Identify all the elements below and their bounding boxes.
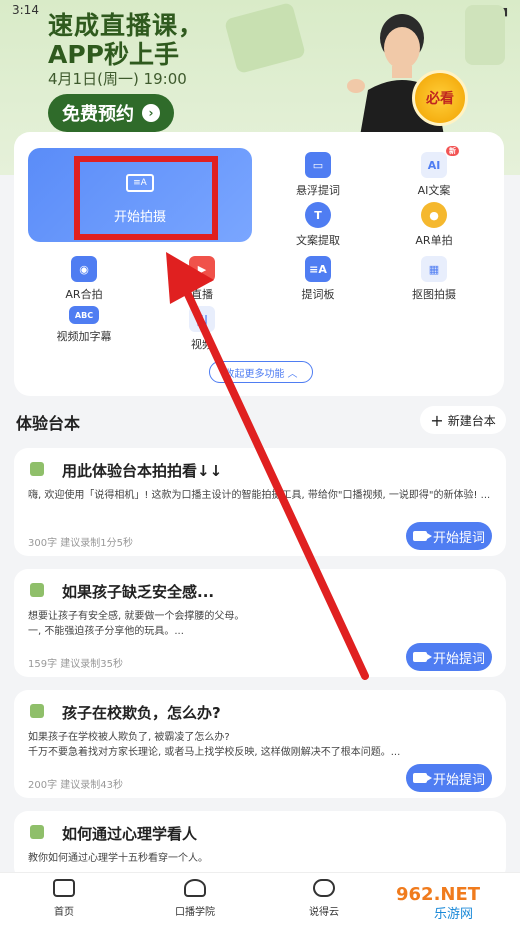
script-title: 孩子在校欺负，怎么办? xyxy=(62,704,221,722)
script-card[interactable]: 孩子在校欺负，怎么办? 如果孩子在学校被人欺负了, 被霸凌了怎么办? 千万不要急… xyxy=(14,690,506,798)
ar-duet-button[interactable]: ◉ AR合拍 xyxy=(44,256,124,302)
script-title: 如何通过心理学看人 xyxy=(62,825,198,843)
script-desc: 想要让孩子有安全感, 就要做一个会撑腰的父母。 一, 不能强迫孩子分享他的玩具。… xyxy=(28,611,245,637)
script-desc: 如果孩子在学校被人欺负了, 被霸凌了怎么办? 千万不要急着找对方家长理论, 或者… xyxy=(28,732,401,758)
fn-label: 视频 xyxy=(191,338,213,351)
fn-label: AI文案 xyxy=(417,184,451,197)
ai-copy-icon: AI 新 xyxy=(421,146,459,178)
free-reserve-button[interactable]: 免费预约 › xyxy=(48,94,174,132)
fn-label: 直播 xyxy=(191,288,213,301)
banner-title-line2: APP秒上手 xyxy=(48,40,179,69)
script-desc: 教你如何通过心理学十五秒看穿一个人。 xyxy=(28,853,208,864)
live-icon: ▶ xyxy=(189,256,215,282)
text-extract-button[interactable]: T 文案提取 xyxy=(278,202,358,248)
nav-label: 说得云 xyxy=(309,907,339,918)
start-prompt-label: 开始提词 xyxy=(432,651,485,667)
script-card[interactable]: 如何通过心理学看人 教你如何通过心理学十五秒看穿一个人。 xyxy=(14,811,506,881)
nav-label: 口播学院 xyxy=(175,907,215,918)
camera-icon xyxy=(412,652,432,662)
script-meta: 159字 建议录制35秒 xyxy=(28,659,123,670)
collapse-label: 收起更多功能 xyxy=(224,368,285,380)
script-card[interactable]: 如果孩子缺乏安全感... 想要让孩子有安全感, 就要做一个会撑腰的父母。 一, … xyxy=(14,569,506,677)
site-watermark-logo: 962.NET 乐游网 xyxy=(388,880,514,924)
new-tag: 新 xyxy=(446,146,459,156)
prompt-board-button[interactable]: ≡A 提词板 xyxy=(278,256,358,302)
section-title: 体验台本 xyxy=(16,414,81,433)
fn-label: AR合拍 xyxy=(65,288,103,301)
text-extract-icon: T xyxy=(305,202,331,228)
cloud-icon xyxy=(313,879,335,897)
home-icon xyxy=(53,879,75,897)
fn-label: 提词板 xyxy=(301,288,335,301)
start-prompt-button[interactable]: 开始提词 xyxy=(406,764,492,792)
chevron-up-icon: ︿ xyxy=(287,368,298,380)
new-script-label: 新建台本 xyxy=(447,413,496,428)
plus-icon: + xyxy=(430,410,444,430)
fn-label: AR单拍 xyxy=(415,234,453,247)
free-reserve-label: 免费预约 xyxy=(62,104,134,125)
start-prompt-label: 开始提词 xyxy=(432,530,485,546)
ar-single-icon: ● xyxy=(421,202,447,228)
script-card[interactable]: 用此体验台本拍拍看↓↓ 嗨, 欢迎使用「说得相机」! 这款为口播主设计的智能拍摄… xyxy=(14,448,506,556)
fn-label: 抠图拍摄 xyxy=(412,288,456,301)
nav-home[interactable]: 首页 xyxy=(24,879,104,918)
video-audio-icon: ||| xyxy=(189,306,215,332)
must-watch-badge: 必看 xyxy=(412,70,468,126)
user-icon xyxy=(30,462,44,476)
float-prompt-button[interactable]: ▭ 悬浮提词 xyxy=(278,152,358,198)
video-audio-button[interactable]: ||| 视频 xyxy=(162,306,242,352)
ar-duet-icon: ◉ xyxy=(71,256,97,282)
decor-phone-icon xyxy=(465,5,505,65)
start-prompt-label: 开始提词 xyxy=(432,772,485,788)
chevron-right-icon: › xyxy=(142,104,160,122)
prompt-board-icon: ≡A xyxy=(305,256,331,282)
status-time: 3:14 xyxy=(12,3,39,17)
ar-single-button[interactable]: ● AR单拍 xyxy=(394,202,474,248)
fn-label: 悬浮提词 xyxy=(296,184,340,197)
watermark-text-top: 962.NET xyxy=(396,884,481,905)
new-script-button[interactable]: + 新建台本 xyxy=(420,406,506,434)
script-meta: 200字 建议录制43秒 xyxy=(28,780,123,791)
script-desc: 嗨, 欢迎使用「说得相机」! 这款为口播主设计的智能拍摄工具, 带给你"口播视频… xyxy=(28,490,491,501)
nav-academy[interactable]: 口播学院 xyxy=(155,879,235,918)
fn-label: 文案提取 xyxy=(296,234,340,247)
cutout-icon: ▦ xyxy=(421,256,447,282)
user-icon xyxy=(30,704,44,718)
subtitle-button[interactable]: ABC 视频加字幕 xyxy=(44,306,124,344)
script-title: 用此体验台本拍拍看↓↓ xyxy=(62,462,223,480)
script-meta: 300字 建议录制1分5秒 xyxy=(28,538,133,549)
camera-icon xyxy=(412,531,432,541)
subtitle-icon: ABC xyxy=(69,306,99,324)
nav-cloud[interactable]: 说得云 xyxy=(284,879,364,918)
highlight-frame xyxy=(74,156,218,240)
banner-date: 4月1日(周一) 19:00 xyxy=(48,70,187,88)
academy-icon xyxy=(184,879,206,897)
ai-copy-button[interactable]: AI 新 AI文案 xyxy=(394,146,474,198)
script-title: 如果孩子缺乏安全感... xyxy=(62,583,215,601)
watermark-text-bottom: 乐游网 xyxy=(434,907,473,922)
fn-label: 视频加字幕 xyxy=(56,330,112,343)
start-prompt-button[interactable]: 开始提词 xyxy=(406,522,492,550)
user-icon xyxy=(30,583,44,597)
user-icon xyxy=(30,825,44,839)
float-prompt-icon: ▭ xyxy=(305,152,331,178)
collapse-more-button[interactable]: 收起更多功能 ︿ xyxy=(209,361,313,383)
start-prompt-button[interactable]: 开始提词 xyxy=(406,643,492,671)
cutout-button[interactable]: ▦ 抠图拍摄 xyxy=(394,256,474,302)
live-button[interactable]: ▶ 直播 xyxy=(162,256,242,302)
nav-label: 首页 xyxy=(54,907,74,918)
camera-icon xyxy=(412,773,432,783)
